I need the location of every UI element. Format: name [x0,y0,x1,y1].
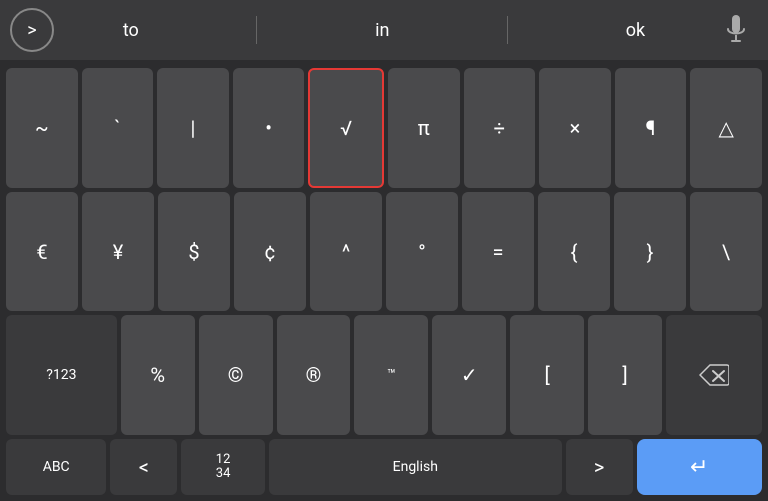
key-equals[interactable]: = [462,192,534,312]
key-less-than[interactable]: < [110,439,177,495]
divider-1 [256,16,257,44]
key-trademark[interactable]: ™ [354,315,428,435]
key-checkmark[interactable]: ✓ [432,315,506,435]
chevron-right-icon: > [27,20,36,41]
key-row-1: ~ ` | • √ π ÷ × ¶ △ [6,68,762,188]
divider-2 [507,16,508,44]
expand-suggestions-button[interactable]: > [10,8,54,52]
key-bullet[interactable]: • [233,68,305,188]
key-delta[interactable]: △ [690,68,762,188]
backspace-icon [699,364,729,386]
key-divide[interactable]: ÷ [464,68,536,188]
key-row-3: ?123 % © ® ™ ✓ [ ] [6,315,762,435]
key-tilde[interactable]: ~ [6,68,78,188]
suggestion-word-2[interactable]: in [355,20,409,41]
key-greater-than[interactable]: > [566,439,633,495]
keyboard: ~ ` | • √ π ÷ × ¶ △ € ¥ $ ¢ ^ ° = { } \ … [0,60,768,501]
key-caret[interactable]: ^ [310,192,382,312]
key-row-2: € ¥ $ ¢ ^ ° = { } \ [6,192,762,312]
key-enter[interactable]: ↵ [637,439,762,495]
key-backtick[interactable]: ` [82,68,154,188]
key-open-brace[interactable]: { [538,192,610,312]
key-close-brace[interactable]: } [614,192,686,312]
key-open-bracket[interactable]: [ [510,315,584,435]
key-pilcrow[interactable]: ¶ [615,68,687,188]
key-numbers-grid[interactable]: 12 34 [181,439,265,495]
suggestion-words: to in ok [54,16,714,44]
key-abc[interactable]: ABC [6,439,106,495]
key-multiply[interactable]: × [539,68,611,188]
key-row-4: ABC < 12 34 English > ↵ [6,439,762,495]
key-close-bracket[interactable]: ] [588,315,662,435]
key-percent[interactable]: % [121,315,195,435]
suggestion-word-1[interactable]: to [103,20,159,41]
key-backslash[interactable]: \ [690,192,762,312]
key-copyright[interactable]: © [199,315,273,435]
key-numbers-toggle[interactable]: ?123 [6,315,117,435]
key-degree[interactable]: ° [386,192,458,312]
key-dollar[interactable]: $ [158,192,230,312]
key-registered[interactable]: ® [277,315,351,435]
microphone-button[interactable] [714,8,758,52]
key-yen[interactable]: ¥ [82,192,154,312]
suggestion-bar: > to in ok [0,0,768,60]
key-euro[interactable]: € [6,192,78,312]
backspace-key[interactable] [666,315,762,435]
key-sqrt[interactable]: √ [308,68,384,188]
key-pipe[interactable]: | [157,68,229,188]
suggestion-word-3[interactable]: ok [606,20,665,41]
enter-arrow-icon: ↵ [690,455,708,480]
key-space[interactable]: English [269,439,562,495]
key-cent[interactable]: ¢ [234,192,306,312]
key-pi[interactable]: π [388,68,460,188]
